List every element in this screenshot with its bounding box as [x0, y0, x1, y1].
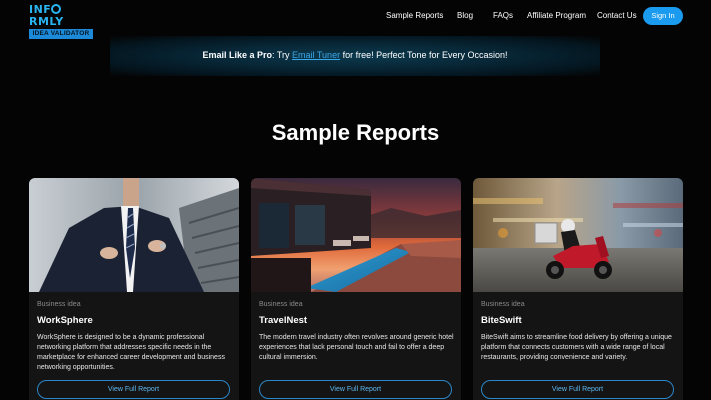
report-card-worksphere: Business idea WorkSphere WorkSphere is d…: [29, 178, 239, 400]
report-card-biteswift: Business idea BiteSwift BiteSwift aims t…: [473, 178, 683, 400]
view-full-report-button[interactable]: View Full Report: [37, 380, 230, 399]
informly-logo[interactable]: INFRMLY IDEA VALIDATOR: [29, 4, 95, 39]
logo-o-ring: [51, 4, 62, 14]
nav-faqs[interactable]: FAQs: [493, 11, 513, 20]
page-title: Sample Reports: [271, 120, 440, 145]
nav-sample-reports[interactable]: Sample Reports: [386, 11, 443, 20]
card-description: BiteSwift aims to streamline food delive…: [481, 334, 672, 361]
card-title: BiteSwift: [481, 315, 522, 326]
view-full-report-button[interactable]: View Full Report: [259, 380, 452, 399]
view-full-report-button[interactable]: View Full Report: [481, 380, 674, 399]
report-card-travelnest: Business idea TravelNest The modern trav…: [251, 178, 461, 400]
card-category: Business idea: [481, 301, 525, 308]
card-title: WorkSphere: [37, 315, 93, 326]
sign-in-button[interactable]: Sign In: [643, 7, 683, 25]
promo-banner: Email Like a Pro: Try Email Tuner for fr…: [110, 36, 600, 76]
card-description: WorkSphere is designed to be a dynamic p…: [37, 334, 225, 371]
poolside-sunset-image: [251, 178, 461, 292]
nav-contact-us[interactable]: Contact Us: [597, 11, 637, 20]
card-category: Business idea: [37, 301, 81, 308]
email-tuner-link[interactable]: Email Tuner: [292, 50, 340, 60]
delivery-scooter-image: [473, 178, 683, 292]
card-description: The modern travel industry often revolve…: [259, 334, 454, 361]
card-title: TravelNest: [259, 315, 308, 326]
card-category: Business idea: [259, 301, 303, 308]
nav-affiliate-program[interactable]: Affiliate Program: [527, 11, 586, 20]
site-header: INFRMLY IDEA VALIDATOR Sample Reports Bl…: [0, 0, 711, 39]
businessman-image: [29, 178, 239, 292]
nav-blog[interactable]: Blog: [457, 11, 473, 20]
promo-text: Email Like a Pro: Try Email Tuner for fr…: [202, 50, 508, 60]
